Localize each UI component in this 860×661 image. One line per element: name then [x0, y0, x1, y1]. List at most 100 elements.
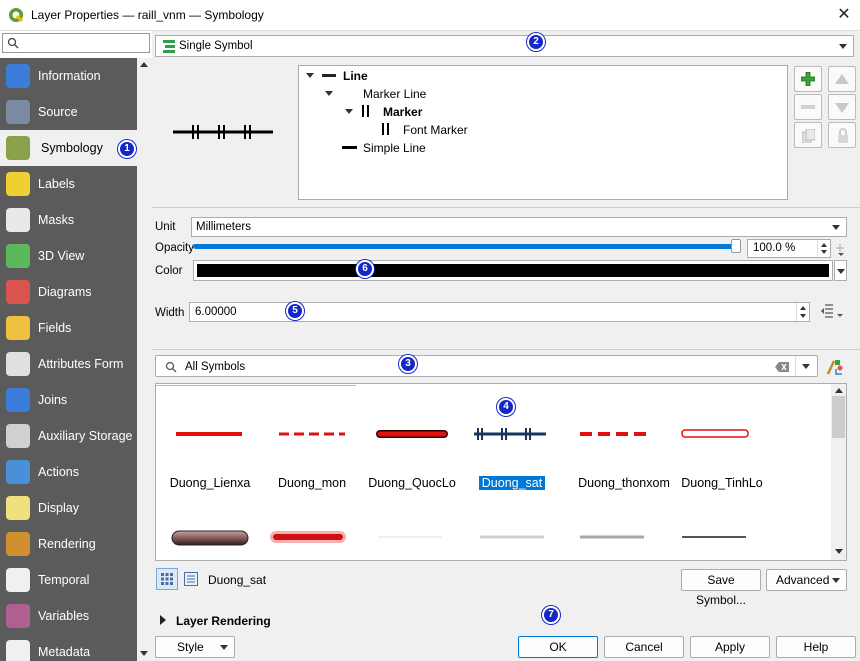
expand-arrow-icon: [160, 615, 166, 625]
scroll-up-icon[interactable]: [140, 62, 148, 67]
sidebar-item-fields[interactable]: Fields: [0, 310, 137, 346]
clear-search-icon[interactable]: [775, 362, 789, 372]
gallery-scrollbar[interactable]: [831, 384, 846, 560]
marker-bar-icon: [362, 105, 364, 117]
sidebar-item-3d-view[interactable]: 3D View: [0, 238, 137, 274]
expand-arrow-icon[interactable]: [325, 91, 333, 96]
renderer-select-value: Single Symbol: [179, 40, 253, 52]
fields-icon: [6, 316, 30, 340]
apply-button[interactable]: Apply: [690, 636, 770, 658]
symbol-preview[interactable]: [578, 532, 648, 542]
sidebar-item-symbology[interactable]: Symbology: [0, 130, 137, 166]
sidebar-item-display[interactable]: Display: [0, 490, 137, 526]
sidebar-item-joins[interactable]: Joins: [0, 382, 137, 418]
annotation-badge-6: 6: [356, 260, 374, 278]
tree-row-simple-line[interactable]: Simple Line: [299, 139, 787, 157]
sidebar-item-masks[interactable]: Masks: [0, 202, 137, 238]
symbol-preview: [376, 430, 448, 438]
sidebar-item-labels[interactable]: Labels: [0, 166, 137, 202]
symbol-search-input[interactable]: All Symbols: [155, 355, 818, 377]
annotation-badge-3: 3: [399, 355, 417, 373]
sidebar-item-source[interactable]: Source: [0, 94, 137, 130]
tree-row-line[interactable]: Line: [299, 67, 787, 85]
remove-symbol-layer-button[interactable]: [794, 94, 822, 120]
arrow-up-icon: [835, 74, 849, 84]
width-data-defined-icon[interactable]: [819, 303, 845, 321]
move-up-button[interactable]: [828, 66, 856, 92]
symbol-preview[interactable]: [266, 526, 350, 548]
sidebar-item-label: Temporal: [38, 573, 90, 587]
sidebar-item-temporal[interactable]: Temporal: [0, 562, 137, 598]
lock-layer-button[interactable]: [828, 122, 856, 148]
save-symbol-button[interactable]: Save Symbol...: [681, 569, 761, 607]
scroll-down-icon[interactable]: [140, 651, 148, 656]
sidebar-item-information[interactable]: Information: [0, 58, 137, 94]
style-menu-button[interactable]: Style: [155, 636, 235, 658]
sidebar-item-attributes-form[interactable]: Attributes Form: [0, 346, 137, 382]
sidebar-item-label: Masks: [38, 213, 75, 227]
sidebar-item-diagrams[interactable]: Diagrams: [0, 274, 137, 310]
sidebar-item-metadata[interactable]: Metadata: [0, 634, 137, 661]
opacity-spinbox[interactable]: 100.0 %: [747, 239, 831, 258]
scroll-up-icon[interactable]: [835, 388, 843, 393]
chevron-down-icon: [837, 269, 845, 274]
layer-rendering-section-toggle[interactable]: Layer Rendering: [155, 612, 355, 630]
duplicate-layer-button[interactable]: [794, 122, 822, 148]
list-view-icon[interactable]: [184, 572, 198, 586]
icon-view-button[interactable]: [156, 568, 178, 590]
tree-row-marker-line[interactable]: Marker Line: [299, 85, 787, 103]
expand-arrow-icon[interactable]: [306, 73, 314, 78]
symbol-preview[interactable]: [376, 532, 446, 542]
display-speech-icon: [6, 496, 30, 520]
symbol-preview[interactable]: [680, 532, 750, 542]
sidebar-item-actions[interactable]: Actions: [0, 454, 137, 490]
help-button[interactable]: Help: [776, 636, 856, 658]
metadata-icon: [6, 640, 30, 661]
symbol-item-duong-lienxa[interactable]: Duong_Lienxa: [168, 384, 268, 494]
renderer-select[interactable]: Single Symbol: [155, 35, 854, 57]
annotation-badge-5: 5: [286, 302, 304, 320]
symbol-item-duong-tinhlo[interactable]: Duong_TinhLo: [676, 384, 776, 494]
color-menu-button[interactable]: [834, 260, 847, 281]
sidebar-search-input[interactable]: [2, 33, 150, 53]
scroll-down-icon[interactable]: [835, 549, 843, 554]
sidebar-item-auxiliary-storage[interactable]: Auxiliary Storage: [0, 418, 137, 454]
expand-arrow-icon[interactable]: [345, 109, 353, 114]
symbol-item-duong-sat[interactable]: Duong_sat: [472, 384, 572, 494]
single-symbol-icon: [163, 40, 175, 53]
symbol-item-duong-thonxom[interactable]: Duong_thonxom: [574, 384, 674, 494]
sidebar-item-rendering[interactable]: Rendering: [0, 526, 137, 562]
cancel-button[interactable]: Cancel: [604, 636, 684, 658]
sidebar-item-label: Labels: [38, 177, 75, 191]
symbol-preview: [279, 432, 345, 436]
move-down-button[interactable]: [828, 94, 856, 120]
sidebar-scrollbar[interactable]: [137, 58, 152, 661]
tree-row-marker[interactable]: Marker: [299, 103, 787, 121]
opacity-slider-handle[interactable]: [731, 239, 741, 253]
sidebar-item-label: Rendering: [38, 537, 96, 551]
add-symbol-layer-button[interactable]: [794, 66, 822, 92]
color-button[interactable]: [193, 260, 833, 281]
scroll-thumb[interactable]: [832, 396, 845, 438]
search-icon: [7, 37, 19, 49]
masks-abc-icon: [6, 208, 30, 232]
width-spinbox[interactable]: 6.00000: [189, 302, 810, 322]
symbol-preview[interactable]: [478, 532, 548, 542]
sidebar-item-label: Diagrams: [38, 285, 92, 299]
ok-button[interactable]: OK: [518, 636, 598, 658]
tree-row-font-marker[interactable]: Font Marker: [299, 121, 787, 139]
opacity-slider[interactable]: [193, 239, 741, 253]
chevron-down-icon[interactable]: [802, 364, 810, 369]
annotation-badge-2: 2: [527, 33, 545, 51]
unit-select[interactable]: Millimeters: [191, 217, 847, 237]
sidebar-item-variables[interactable]: Variables: [0, 598, 137, 634]
symbol-preview[interactable]: [170, 529, 250, 547]
advanced-button[interactable]: Advanced: [766, 569, 847, 591]
sidebar-item-label: Joins: [38, 393, 68, 407]
style-manager-icon[interactable]: [826, 358, 844, 375]
title-bar: Layer Properties — raill_vnm — Symbology…: [0, 0, 860, 31]
symbol-preview: [681, 429, 749, 438]
data-defined-override-icon[interactable]: [835, 241, 847, 257]
joins-icon: [6, 388, 30, 412]
close-window-button[interactable]: ✕: [832, 4, 856, 26]
